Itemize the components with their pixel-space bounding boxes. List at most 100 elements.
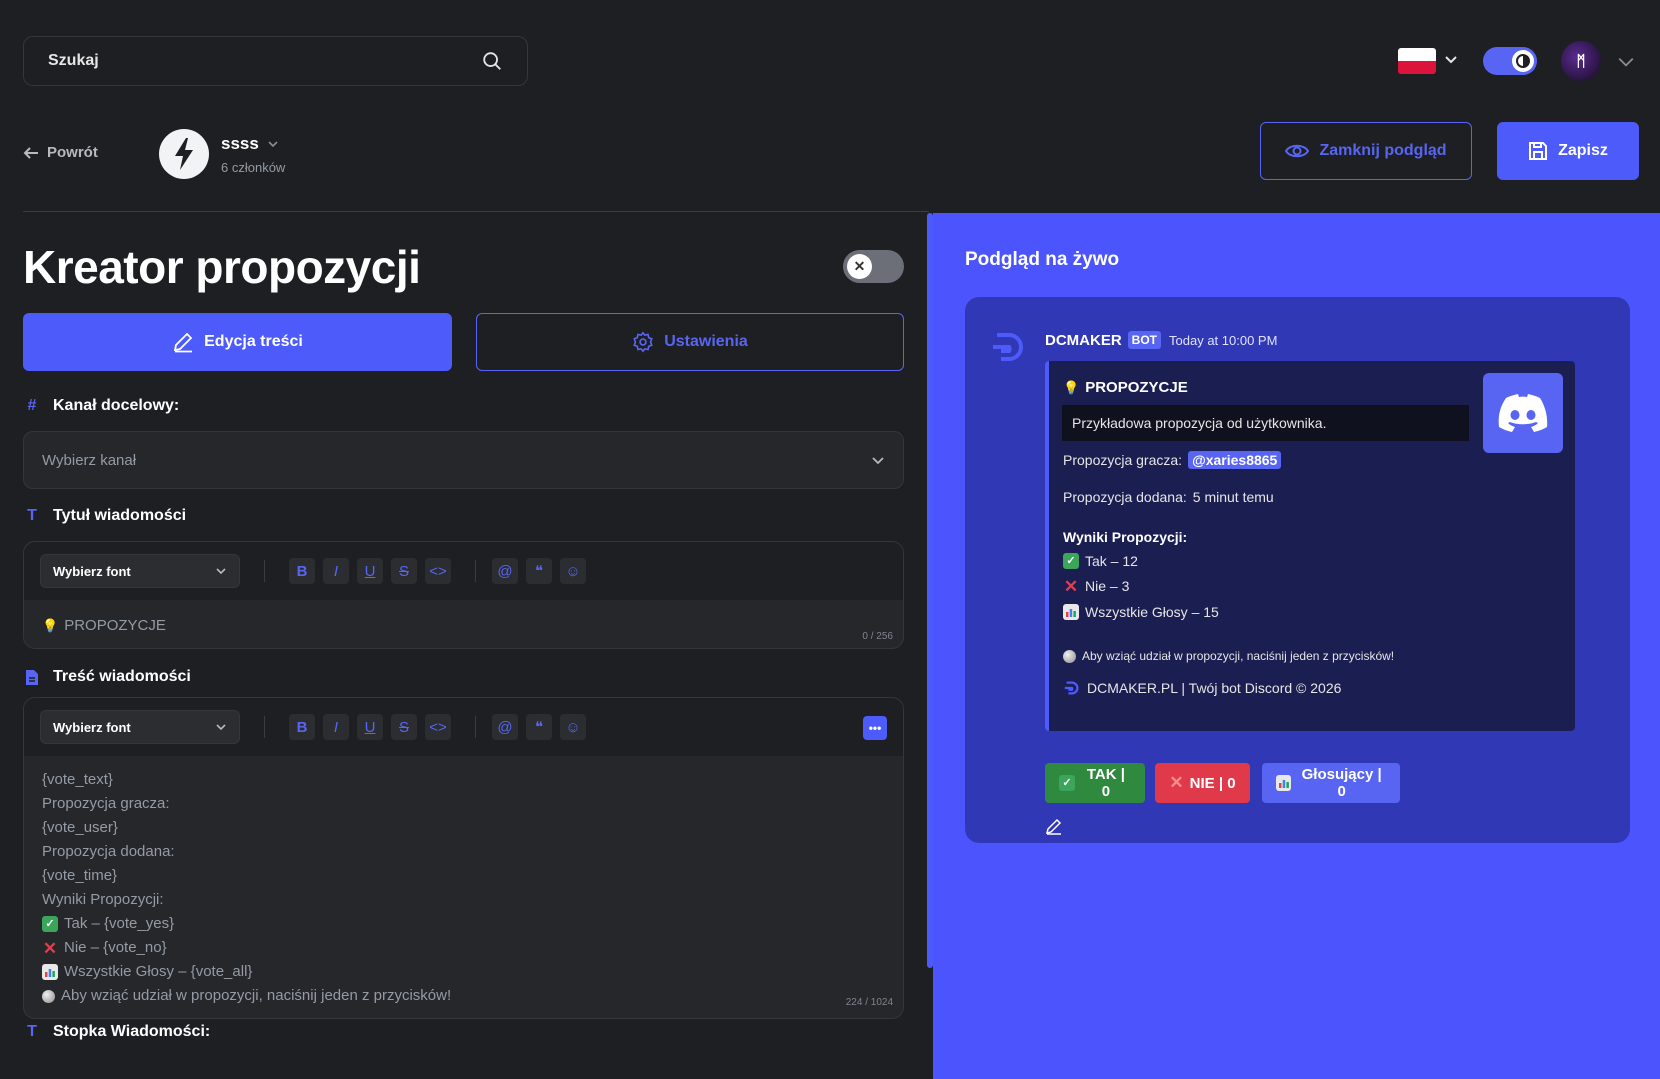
theme-toggle[interactable] — [1483, 47, 1537, 75]
save-label: Zapisz — [1558, 142, 1608, 159]
channel-select[interactable]: Wybierz kanał — [23, 431, 904, 489]
vote-yes-button[interactable]: ✓ TAK | 0 — [1045, 763, 1145, 803]
chevron-down-icon[interactable] — [267, 138, 279, 150]
more-options-button[interactable]: ••• — [863, 716, 887, 740]
emoji-button[interactable]: ☺ — [560, 714, 586, 740]
avatar-initials: ᛗ — [1576, 52, 1586, 70]
toolbar-separator — [264, 560, 265, 582]
cross-icon: ✕ — [1063, 576, 1079, 596]
check-icon: ✓ — [1063, 553, 1079, 569]
mention-button[interactable]: @ — [492, 558, 518, 584]
header-divider — [23, 211, 929, 212]
server-selector[interactable]: ssss 6 członków — [159, 129, 285, 179]
embed-hint-line: Aby wziąć udział w propozycji, naciśnij … — [1063, 649, 1394, 663]
bot-name: DCMAKER — [1045, 331, 1122, 349]
embed-code-block: Przykładowa propozycja od użytkownika. — [1062, 405, 1469, 441]
font-select[interactable]: Wybierz font — [40, 710, 240, 744]
cross-icon: ✕ — [42, 938, 58, 958]
embed: 💡 PROPOZYCJE Przykładowa propozycja od u… — [1045, 361, 1575, 731]
tab-edit-label: Edycja treści — [204, 333, 303, 350]
italic-button[interactable]: I — [323, 558, 349, 584]
chevron-down-icon[interactable] — [1443, 52, 1459, 68]
code-button[interactable]: <> — [425, 558, 451, 584]
user-avatar[interactable]: ᛗ — [1561, 41, 1601, 81]
chart-icon — [42, 964, 58, 980]
discord-icon — [1483, 373, 1563, 453]
check-icon: ✓ — [42, 916, 58, 932]
dcmaker-logo-icon — [993, 333, 1023, 361]
server-logo — [159, 129, 209, 179]
search-input[interactable] — [48, 52, 481, 70]
title-input[interactable]: 💡 PROPOZYCJE 0 / 256 — [24, 600, 903, 648]
close-preview-button[interactable]: Zamknij podgląd — [1260, 122, 1472, 180]
underline-button[interactable]: U — [357, 558, 383, 584]
eye-icon — [1285, 144, 1310, 158]
chevron-down-icon[interactable] — [1617, 53, 1635, 71]
bold-button[interactable]: B — [289, 714, 315, 740]
vote-no-button[interactable]: ✕ NIE | 0 — [1155, 763, 1250, 803]
content-counter: 224 / 1024 — [845, 997, 893, 1008]
code-button[interactable]: <> — [425, 714, 451, 740]
embed-all-line: Wszystkie Głosy – 15 — [1063, 604, 1219, 620]
msg-title-label-text: Tytuł wiadomości — [53, 507, 187, 524]
discord-message-card: DCMAKER BOT Today at 10:00 PM 💡 PROPOZYC… — [965, 297, 1630, 843]
cross-icon: ✕ — [1169, 773, 1184, 792]
tab-settings[interactable]: Ustawienia — [476, 313, 904, 371]
bulb-icon: 💡 — [1063, 379, 1080, 395]
language-flag-icon[interactable] — [1398, 48, 1436, 74]
mention-button[interactable]: @ — [492, 714, 518, 740]
radio-dot-icon — [1063, 649, 1076, 663]
page-title: Kreator propozycji — [23, 241, 421, 293]
strikethrough-button[interactable]: S — [391, 714, 417, 740]
content-line: Wszystkie Głosy – {vote_all} — [42, 960, 885, 984]
msg-title-label: T Tytuł wiadomości — [23, 507, 186, 525]
content-editor: Wybierz font B I U S <> @ ❝ ☺ ••• {vote_… — [23, 697, 904, 1019]
quote-button[interactable]: ❝ — [526, 714, 552, 740]
embed-title-text: PROPOZYCJE — [1085, 379, 1188, 396]
content-line: {vote_user} — [42, 819, 118, 836]
pencil-icon[interactable] — [1045, 817, 1063, 835]
search-bar[interactable] — [23, 36, 528, 86]
italic-button[interactable]: I — [323, 714, 349, 740]
voters-button[interactable]: Głosujący | 0 — [1262, 763, 1400, 803]
content-line: {vote_text} — [42, 771, 113, 788]
content-toolbar: Wybierz font B I U S <> @ ❝ ☺ ••• — [24, 698, 903, 756]
underline-button[interactable]: U — [357, 714, 383, 740]
lightning-icon — [175, 138, 193, 170]
content-input[interactable]: {vote_text} Propozycja gracza: {vote_use… — [24, 756, 903, 1018]
live-preview-panel: Podgląd na żywo DCMAKER BOT Today at 10:… — [933, 213, 1660, 1079]
preview-title: Podgląd na żywo — [965, 249, 1120, 270]
content-line: ✕ Nie – {vote_no} — [42, 938, 167, 958]
title-input-value: PROPOZYCJE — [64, 617, 166, 634]
strikethrough-button[interactable]: S — [391, 558, 417, 584]
chevron-down-icon — [216, 724, 226, 731]
channel-label-text: Kanał docelowy: — [53, 397, 180, 414]
content-line: Propozycja dodana: — [42, 843, 175, 860]
bold-button[interactable]: B — [289, 558, 315, 584]
back-link[interactable]: Powrót — [23, 144, 98, 161]
chart-icon — [1063, 604, 1079, 620]
radio-dot-icon — [42, 989, 55, 1003]
emoji-button[interactable]: ☺ — [560, 558, 586, 584]
enable-toggle[interactable]: ✕ — [843, 250, 904, 283]
toolbar-separator — [264, 716, 265, 738]
content-line: Propozycja gracza: — [42, 795, 170, 812]
tab-edit-content[interactable]: Edycja treści — [23, 313, 452, 371]
title-toolbar: Wybierz font B I U S <> @ ❝ ☺ — [24, 542, 903, 600]
tab-settings-label: Ustawienia — [664, 333, 748, 350]
chart-icon — [1276, 775, 1292, 791]
font-select-label: Wybierz font — [53, 719, 131, 735]
save-button[interactable]: Zapisz — [1497, 122, 1639, 180]
close-icon: ✕ — [847, 254, 872, 279]
content-line: Aby wziąć udział w propozycji, naciśnij … — [42, 984, 885, 1008]
user-mention[interactable]: @xaries8865 — [1188, 451, 1282, 469]
server-members: 6 członków — [221, 159, 286, 175]
font-select[interactable]: Wybierz font — [40, 554, 240, 588]
search-icon[interactable] — [481, 50, 503, 72]
chevron-down-icon — [872, 457, 884, 465]
gear-icon — [633, 331, 653, 353]
added-value: 5 minut temu — [1192, 489, 1274, 505]
embed-footer: DCMAKER.PL | Twój bot Discord © 2026 — [1063, 679, 1341, 697]
document-icon — [23, 669, 41, 686]
quote-button[interactable]: ❝ — [526, 558, 552, 584]
